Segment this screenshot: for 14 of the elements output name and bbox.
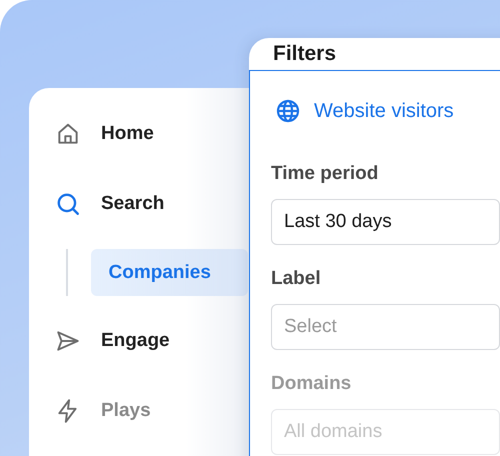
sidebar-item[interactable]: Home <box>55 111 154 157</box>
sidebar-item[interactable]: Engage <box>55 318 170 364</box>
select-field[interactable]: All domains <box>271 409 500 455</box>
field-label: Domains <box>271 373 352 395</box>
field-label: Label <box>271 268 321 290</box>
field-label: Time period <box>271 163 378 185</box>
sidebar-subitem[interactable]: Companies <box>90 249 248 296</box>
select-field[interactable]: Select <box>271 304 500 350</box>
globe-icon <box>276 99 300 123</box>
search-icon <box>55 191 81 217</box>
select-field[interactable]: Last 30 days <box>271 199 500 245</box>
source-link[interactable]: Website visitors <box>276 99 500 123</box>
sidebar-item[interactable]: Search <box>55 181 164 227</box>
panel-title: Filters <box>273 42 336 66</box>
